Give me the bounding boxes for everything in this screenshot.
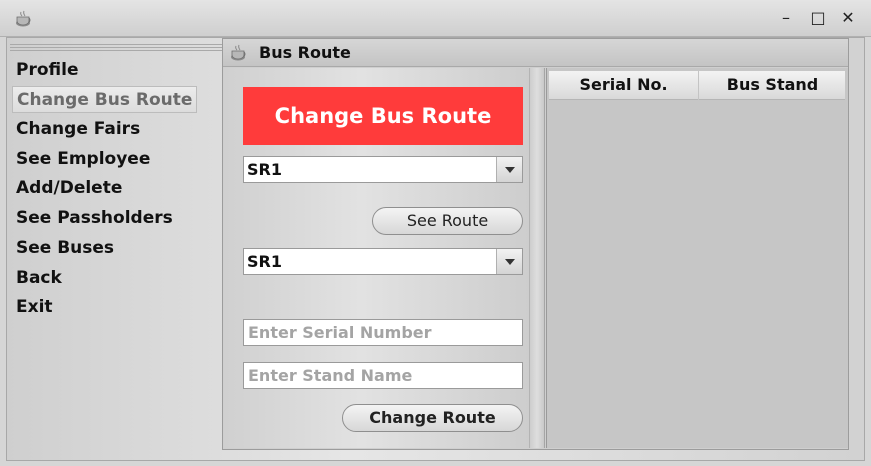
sidebar-item-see-buses[interactable]: See Buses (12, 235, 118, 262)
internal-frame-title: Bus Route (259, 43, 351, 62)
dropdown-button[interactable] (496, 157, 522, 182)
route-select-2-value: SR1 (247, 252, 282, 271)
sidebar-item-exit[interactable]: Exit (12, 294, 57, 321)
stand-name-field[interactable] (243, 362, 523, 389)
see-route-button[interactable]: See Route (372, 207, 523, 235)
java-cup-icon (231, 44, 246, 61)
column-header-bus-stand[interactable]: Bus Stand (700, 71, 845, 100)
route-select-1-value: SR1 (247, 160, 282, 179)
dropdown-button[interactable] (496, 249, 522, 274)
route-select-2[interactable]: SR1 (243, 248, 523, 275)
chevron-down-icon (505, 167, 515, 173)
sidebar-item-see-passholders[interactable]: See Passholders (12, 205, 177, 232)
sidebar-item-change-fairs[interactable]: Change Fairs (12, 116, 144, 143)
stand-name-input[interactable] (244, 363, 522, 388)
internal-frame-titlebar[interactable]: Bus Route (223, 39, 848, 67)
sidebar-item-add-delete[interactable]: Add/Delete (12, 175, 126, 202)
sidebar-menu: Profile Change Bus Route Change Fairs Se… (8, 40, 222, 456)
serial-number-field[interactable] (243, 319, 523, 346)
sidebar-divider (10, 47, 222, 48)
split-pane-divider[interactable] (530, 68, 545, 448)
route-table-pane: Serial No. Bus Stand (546, 68, 848, 448)
chevron-down-icon (505, 259, 515, 265)
column-header-serial-no[interactable]: Serial No. (549, 71, 699, 100)
bus-route-internal-frame: Bus Route Change Bus Route SR1 See Route… (222, 38, 849, 450)
change-route-button[interactable]: Change Route (342, 404, 523, 432)
sidebar-item-back[interactable]: Back (12, 265, 66, 292)
sidebar-divider (10, 44, 222, 45)
change-bus-route-banner: Change Bus Route (243, 87, 523, 145)
window-titlebar: – □ ✕ (0, 0, 871, 37)
serial-number-input[interactable] (244, 320, 522, 345)
route-form-pane: Change Bus Route SR1 See Route SR1 Chang… (224, 68, 530, 448)
sidebar-divider (10, 50, 222, 51)
table-header: Serial No. Bus Stand (549, 71, 845, 100)
route-select-1[interactable]: SR1 (243, 156, 523, 183)
sidebar-item-see-employee[interactable]: See Employee (12, 146, 154, 173)
minimize-button[interactable]: – (776, 8, 796, 28)
sidebar-item-change-bus-route[interactable]: Change Bus Route (12, 86, 198, 113)
close-button[interactable]: ✕ (838, 8, 858, 28)
sidebar-item-profile[interactable]: Profile (12, 57, 82, 84)
maximize-button[interactable]: □ (808, 8, 828, 28)
java-cup-icon (16, 10, 31, 27)
